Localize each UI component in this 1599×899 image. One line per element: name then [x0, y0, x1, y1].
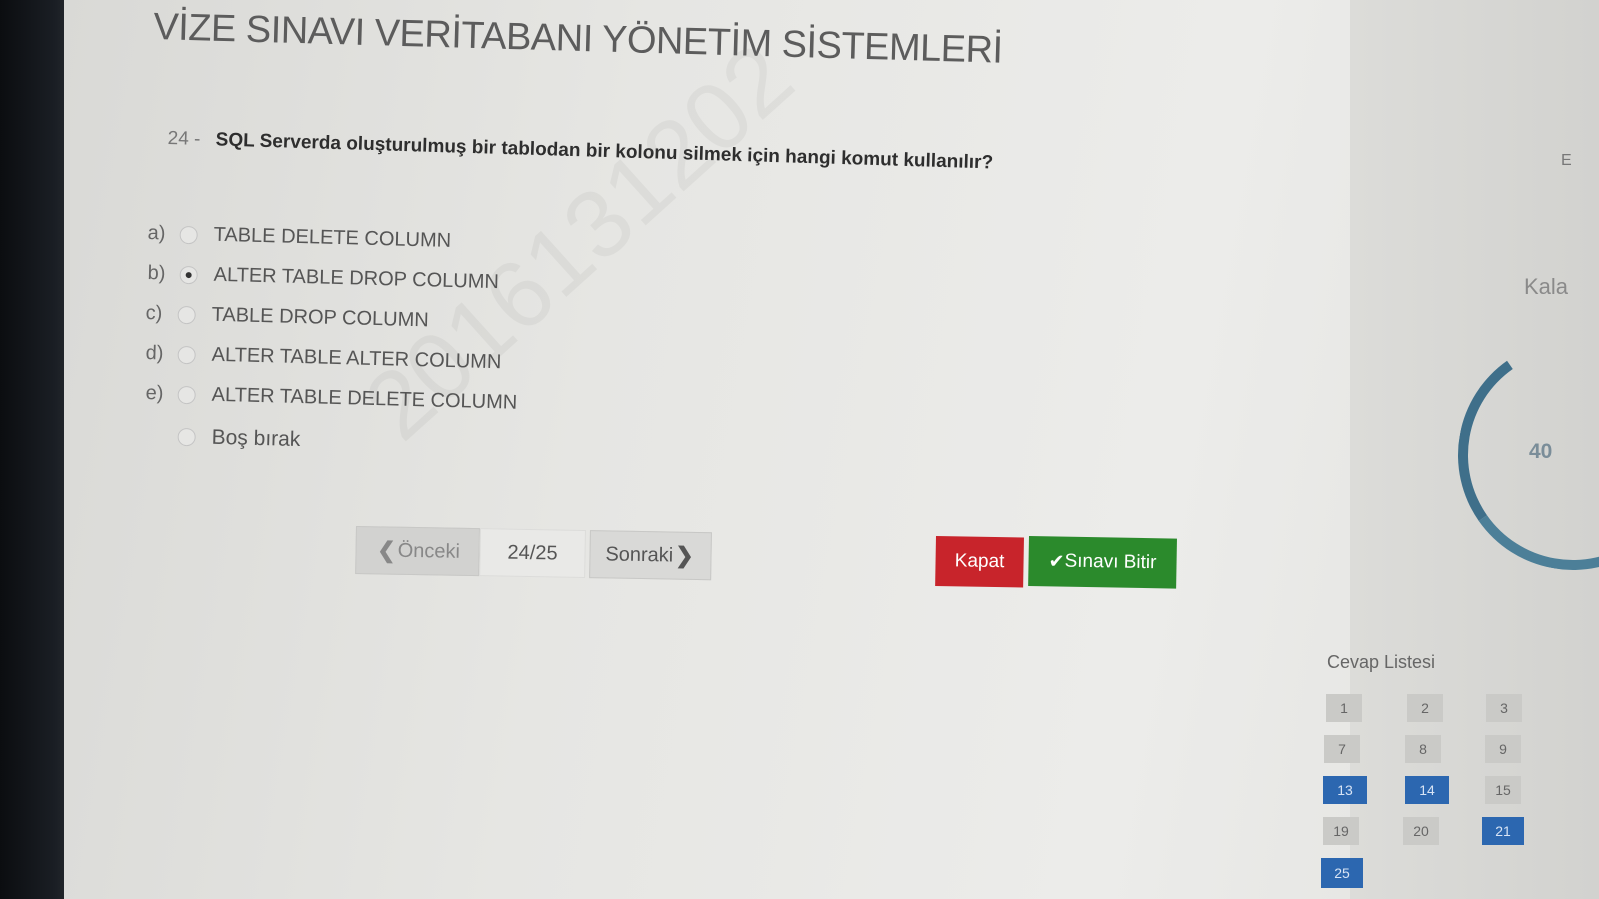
option-letter: e) — [145, 382, 164, 405]
skip-label: Boş bırak — [211, 425, 301, 452]
answer-list-item-answered[interactable]: 21 — [1482, 817, 1524, 845]
answer-list-item[interactable]: 3 — [1486, 694, 1522, 722]
chevron-left-icon: ❮ — [377, 537, 396, 563]
answer-list-item[interactable]: 19 — [1323, 817, 1359, 845]
previous-label: Önceki — [397, 539, 461, 563]
pagination: ❮ Önceki 24/25 Sonraki ❯ — [355, 526, 712, 581]
chevron-right-icon: ❯ — [675, 542, 694, 568]
timer-value: 40 — [1529, 440, 1553, 463]
answer-list-item[interactable]: 1 — [1326, 694, 1362, 722]
answer-list-item[interactable]: 20 — [1403, 817, 1439, 845]
answer-list-item[interactable]: 15 — [1485, 776, 1521, 804]
answer-list-item[interactable]: 9 — [1485, 735, 1521, 763]
close-button[interactable]: Kapat — [935, 536, 1024, 588]
radio-button[interactable] — [179, 225, 198, 244]
answer-list-item[interactable]: 2 — [1407, 694, 1443, 722]
option-letter-empty — [146, 436, 178, 437]
page-counter: 24/25 — [479, 528, 586, 579]
option-label: TABLE DROP COLUMN — [211, 303, 429, 332]
option-letter: c) — [145, 302, 163, 325]
exam-title: VİZE SINAVI VERİTABANI YÖNETİM SİSTEMLER… — [152, 6, 1004, 72]
next-label: Sonraki — [605, 542, 674, 567]
radio-button-selected[interactable] — [179, 265, 198, 284]
radio-button[interactable] — [177, 305, 196, 324]
option-a[interactable]: a) TABLE DELETE COLUMN — [147, 222, 451, 253]
exam-screen: VİZE SINAVI VERİTABANI YÖNETİM SİSTEMLER… — [64, 0, 1599, 899]
next-button[interactable]: Sonraki ❯ — [589, 530, 712, 581]
finish-exam-label: Sınavı Bitir — [1064, 550, 1157, 574]
question-number: 24 - — [167, 128, 201, 150]
finish-exam-button[interactable]: ✔ Sınavı Bitir — [1028, 536, 1177, 589]
option-letter: b) — [147, 262, 166, 285]
answer-list-item-answered[interactable]: 14 — [1405, 776, 1449, 804]
radio-button[interactable] — [177, 385, 196, 404]
check-icon: ✔ — [1048, 550, 1065, 573]
option-c[interactable]: c) TABLE DROP COLUMN — [145, 302, 429, 332]
option-skip[interactable]: Boş bırak — [145, 424, 301, 452]
option-letter: d) — [145, 342, 164, 365]
radio-button[interactable] — [177, 345, 196, 364]
option-b[interactable]: b) ALTER TABLE DROP COLUMN — [147, 262, 499, 294]
previous-button[interactable]: ❮ Önceki — [355, 526, 480, 577]
answer-list-item-answered[interactable]: 25 — [1321, 858, 1363, 888]
edge-mark: E — [1561, 152, 1572, 169]
option-letter: a) — [147, 222, 166, 245]
answer-list-item[interactable]: 8 — [1405, 735, 1441, 763]
radio-button[interactable] — [177, 427, 196, 447]
option-label: TABLE DELETE COLUMN — [213, 223, 452, 252]
timer-label: Kala — [1524, 274, 1569, 299]
option-label: ALTER TABLE DROP COLUMN — [213, 263, 500, 294]
answer-list-title: Cevap Listesi — [1327, 652, 1436, 672]
answer-list-item-answered[interactable]: 13 — [1323, 776, 1367, 804]
answer-list-item[interactable]: 7 — [1324, 735, 1360, 763]
